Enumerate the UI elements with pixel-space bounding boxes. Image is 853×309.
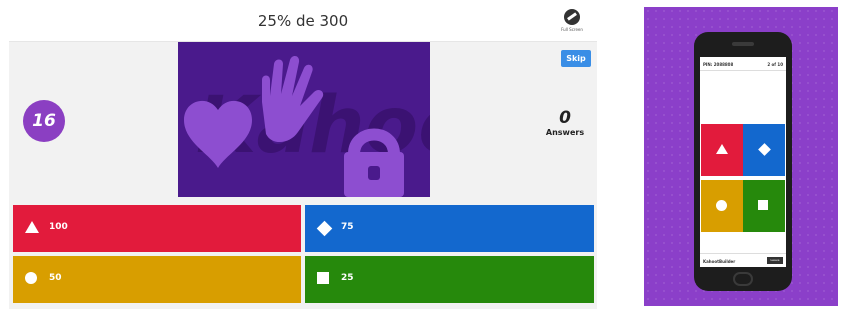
answer-option-label: 75: [341, 222, 354, 232]
phone-answer-square[interactable]: [743, 180, 785, 232]
answers-count-value: 0: [559, 108, 571, 128]
answer-option-label: 50: [49, 273, 62, 283]
phone-answer-triangle[interactable]: [701, 124, 743, 176]
home-button: [733, 272, 753, 286]
leave-button[interactable]: Leave: [767, 257, 783, 264]
triangle-icon: [716, 144, 728, 154]
answer-option-triangle[interactable]: 100: [13, 205, 301, 252]
fullscreen-icon: [564, 9, 580, 25]
answer-option-label: 100: [49, 222, 68, 232]
phone-device: PIN: 2088808 2 of 10 KahootBuilder Leave: [694, 32, 792, 291]
answer-option-diamond[interactable]: 75: [305, 205, 594, 252]
square-icon: [317, 272, 332, 287]
square-icon: [758, 200, 768, 210]
answer-option-square[interactable]: 25: [305, 256, 594, 303]
phone-promo-panel: PIN: 2088808 2 of 10 KahootBuilder Leave: [644, 7, 838, 306]
circle-icon: [716, 200, 727, 211]
answers-count-label: Answers: [545, 128, 585, 137]
screenshot: 25% de 300 Full Screen 16 Kahoot! Skip: [0, 0, 853, 309]
phone-header: PIN: 2088808 2 of 10: [700, 57, 786, 71]
player-nickname: KahootBuilder: [703, 259, 736, 264]
game-pin: PIN: 2088808: [703, 62, 734, 67]
phone-answer-diamond[interactable]: [743, 124, 785, 176]
quiz-host-screen: 25% de 300 Full Screen 16 Kahoot! Skip: [9, 0, 597, 309]
triangle-icon: [25, 221, 40, 236]
diamond-icon: [316, 220, 333, 237]
question-title: 25% de 300: [257, 12, 349, 30]
circle-icon: [25, 272, 40, 287]
answers-counter: 0 Answers: [544, 108, 586, 137]
phone-screen: PIN: 2088808 2 of 10 KahootBuilder Leave: [700, 57, 786, 267]
countdown-timer: 16: [23, 100, 65, 142]
phone-footer: KahootBuilder Leave: [700, 253, 786, 267]
answer-option-label: 25: [341, 273, 354, 283]
diamond-icon: [758, 143, 771, 156]
question-bar: 25% de 300 Full Screen: [9, 0, 597, 42]
question-media-image: Kahoot!: [178, 42, 430, 197]
fullscreen-button[interactable]: Full Screen: [557, 9, 587, 32]
phone-answer-circle[interactable]: [701, 180, 743, 232]
fullscreen-label: Full Screen: [561, 27, 583, 32]
skip-button[interactable]: Skip: [561, 50, 591, 67]
question-progress: 2 of 10: [767, 62, 783, 67]
kahoot-logo-illustration: Kahoot!: [178, 42, 430, 197]
phone-speaker: [732, 42, 754, 46]
answer-option-circle[interactable]: 50: [13, 256, 301, 303]
